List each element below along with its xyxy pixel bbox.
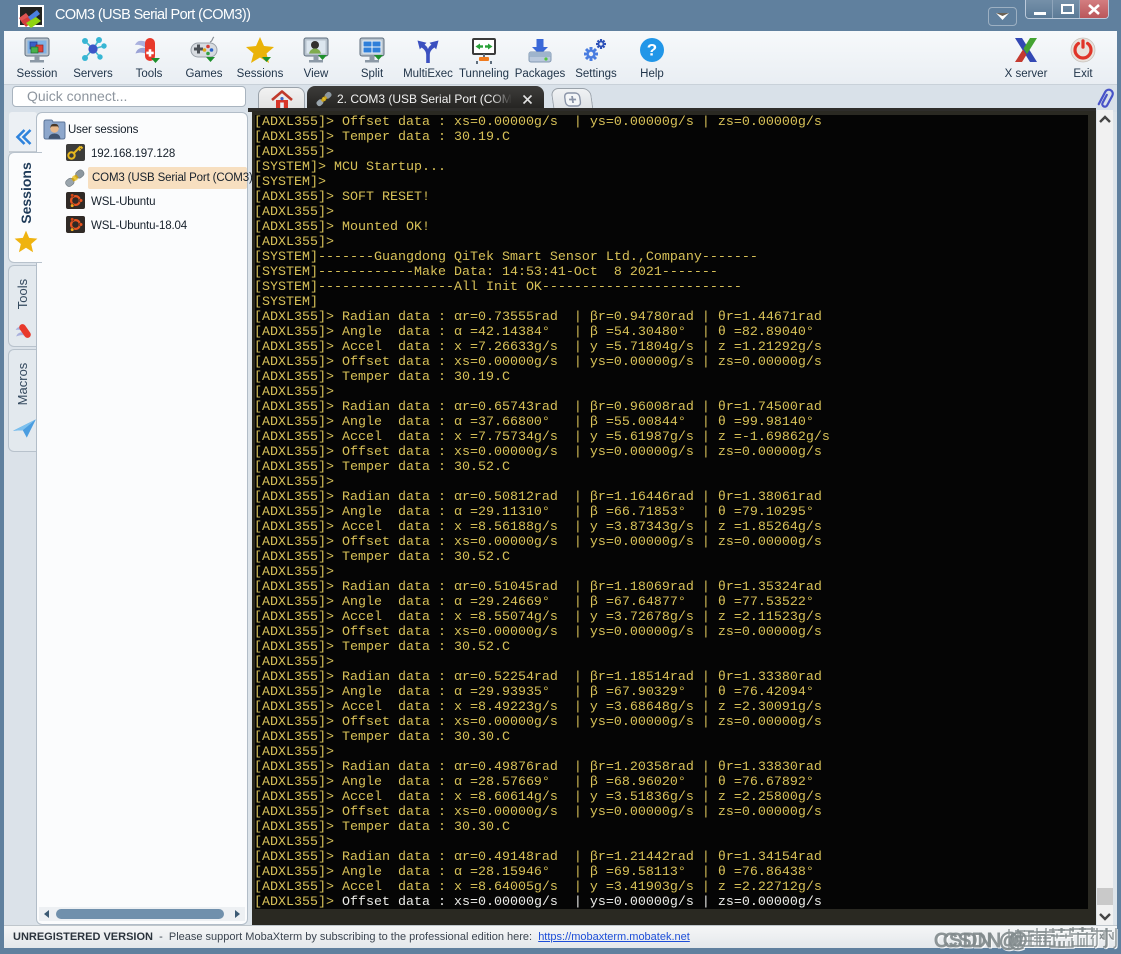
svg-text:?: ?: [647, 41, 657, 60]
